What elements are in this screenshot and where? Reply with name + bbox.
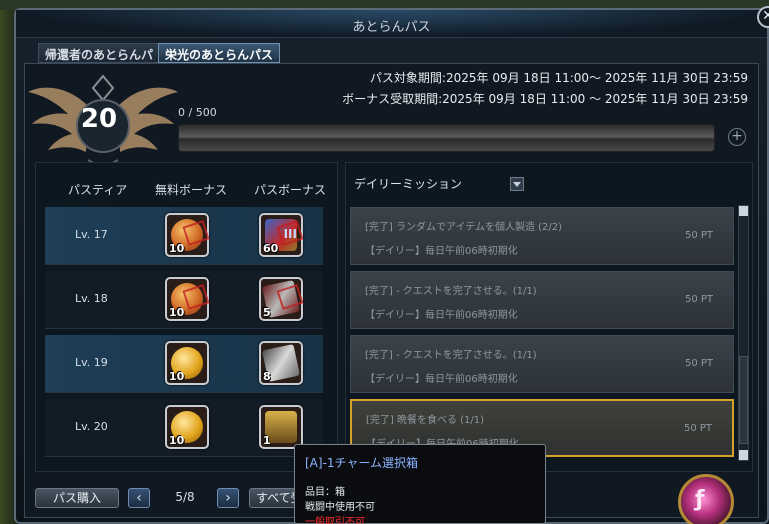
mission-item[interactable]: [完了] - クエストを完了させる。(1/1) 【デイリー】毎日午前06時初期化… (350, 335, 734, 393)
chevron-down-icon[interactable] (510, 177, 524, 191)
tier-badge: III (283, 227, 297, 241)
item-count: 10 (169, 370, 185, 383)
tier-row: Lv. 19 10 8 (45, 335, 323, 393)
tier-row: Lv. 20 10 1 (45, 399, 323, 457)
item-count: 8 (263, 370, 271, 383)
free-bonus-header: 無料ボーナス (155, 183, 228, 197)
mission-reset: 【デイリー】毎日午前06時初期化 (365, 310, 518, 321)
item-count: 5 (263, 306, 271, 319)
scroll-up-icon[interactable] (739, 206, 748, 216)
plus-icon[interactable]: + (728, 128, 746, 146)
page-indicator: 5/8 (175, 490, 195, 504)
mission-scrollbar[interactable] (738, 205, 749, 461)
item-count: 1 (263, 434, 271, 447)
pass-period: パス対象期間:2025年 09月 18日 11:00～ 2025年 11月 30… (369, 71, 748, 85)
tab-glory-pass[interactable]: 栄光のあとらんパス (158, 43, 280, 63)
pass-reward-slot[interactable]: 8 (259, 341, 303, 385)
tooltip-title: [A]-1チャーム選択箱 (305, 456, 419, 470)
bonus-period: ボーナス受取期間:2025年 09月 18日 11:00 ～ 2025年 11月… (342, 92, 748, 106)
pass-bonus-header: パスボーナス (254, 183, 327, 197)
progress-bar (178, 124, 715, 152)
mission-text: [完了] - クエストを完了させる。(1/1) (365, 286, 537, 297)
tier-header: パスティア (68, 183, 128, 197)
buy-pass-button[interactable]: パス購入 (35, 488, 119, 508)
free-reward-slot[interactable]: 10 (165, 277, 210, 321)
mission-reset: 【デイリー】毎日午前06時初期化 (365, 246, 518, 257)
item-count: 60 (263, 242, 279, 255)
mission-text: [完了] - クエストを完了させる。(1/1) (365, 350, 537, 361)
tier-level: Lv. 20 (75, 420, 108, 433)
progress-text: 0 / 500 (178, 106, 217, 119)
item-count: 10 (169, 242, 185, 255)
mission-text: [完了] ランダムでアイテムを個人製造 (2/2) (365, 222, 563, 233)
mission-item[interactable]: [完了] - クエストを完了させる。(1/1) 【デイリー】毎日午前06時初期化… (350, 271, 734, 329)
tooltip-trade-restriction: 一般取引不可 (305, 517, 365, 524)
pass-reward-slot[interactable]: 1 (259, 405, 303, 449)
tier-row: Lv. 17 10 III 60 (45, 207, 323, 265)
game-screen: あとらんパス ✕ 帰還者のあとらんパス 栄光のあとらんパス 20 パス対象期間:… (0, 0, 769, 524)
mission-points: 50 PT (684, 294, 713, 305)
tier-panel: パスティア 無料ボーナス パスボーナス Lv. 17 10 III 60 Lv.… (35, 162, 338, 472)
tab-returner-pass[interactable]: 帰還者のあとらんパス (38, 43, 168, 79)
pass-reward-slot[interactable]: 5 (259, 277, 304, 321)
chevron-left-icon[interactable]: ‹ (128, 488, 150, 508)
item-count: 10 (169, 434, 185, 447)
orb-symbol-icon: ƒ (695, 487, 705, 512)
item-tooltip: [A]-1チャーム選択箱 品目：箱 戦闘中使用不可 一般取引不可 (294, 444, 546, 524)
tooltip-restriction: 戦闘中使用不可 (305, 502, 375, 513)
tier-level: Lv. 17 (75, 228, 108, 241)
pagination-bar: パス購入 ‹ 5/8 › すべて受 (35, 488, 339, 512)
mission-title: デイリーミッション (354, 177, 463, 191)
item-count: 10 (169, 306, 185, 319)
window-titlebar[interactable]: あとらんパス (16, 10, 767, 38)
tier-row: Lv. 18 10 5 (45, 271, 323, 329)
pass-level: 20 (80, 104, 118, 134)
mission-points: 50 PT (684, 230, 713, 241)
tier-level: Lv. 19 (75, 356, 108, 369)
mission-points: 50 PT (683, 423, 712, 434)
chevron-right-icon[interactable]: › (217, 488, 239, 508)
free-reward-slot[interactable]: 10 (165, 213, 210, 257)
tooltip-type: 品目：箱 (305, 487, 345, 498)
mission-panel: デイリーミッション [完了] ランダムでアイテムを個人製造 (2/2) 【デイリ… (345, 162, 753, 472)
mission-item[interactable]: [完了] ランダムでアイテムを個人製造 (2/2) 【デイリー】毎日午前06時初… (350, 207, 734, 265)
window-title: あとらんパス (352, 20, 431, 35)
pass-reward-slot[interactable]: III 60 (259, 213, 304, 257)
tier-level: Lv. 18 (75, 292, 108, 305)
mission-reset: 【デイリー】毎日午前06時初期化 (365, 374, 518, 385)
scroll-thumb[interactable] (739, 356, 748, 444)
mission-text: [完了] 晩餐を食べる (1/1) (366, 415, 485, 426)
free-reward-slot[interactable]: 10 (165, 341, 209, 385)
scroll-down-icon[interactable] (739, 450, 748, 460)
mission-points: 50 PT (684, 358, 713, 369)
menu-orb-icon[interactable]: ƒ (678, 474, 734, 524)
free-reward-slot[interactable]: 10 (165, 405, 209, 449)
